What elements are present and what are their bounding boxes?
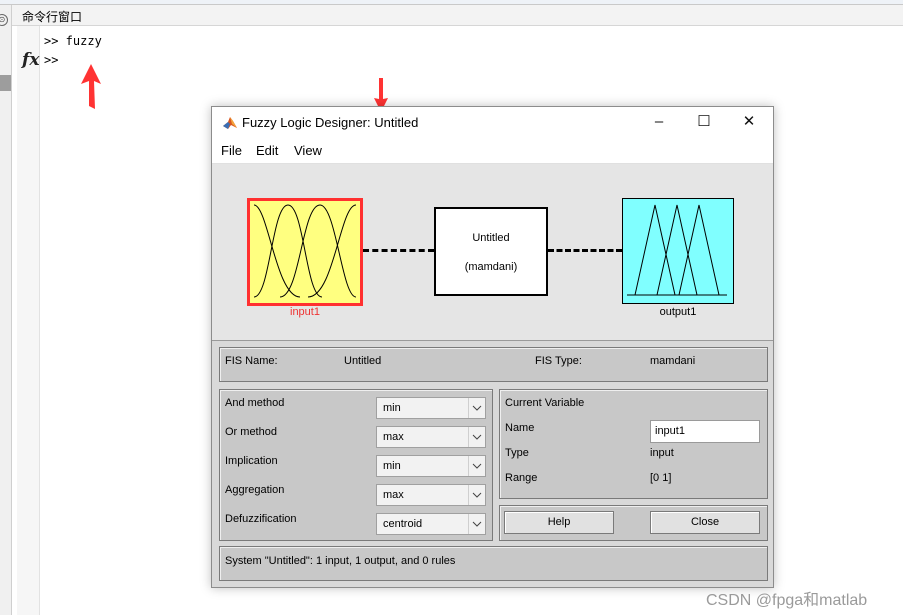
input-label: input1 xyxy=(290,306,320,318)
output-label: output1 xyxy=(659,306,697,318)
left-panel-strip: ⊙ xyxy=(0,5,12,615)
methods-panel: And method min Or method max Implication… xyxy=(219,389,493,541)
implication-select[interactable]: min xyxy=(376,455,486,477)
input-variable-block[interactable] xyxy=(247,198,363,306)
close-button[interactable]: Close xyxy=(650,511,760,534)
help-button[interactable]: Help xyxy=(504,511,614,534)
and-method-value: min xyxy=(383,402,401,414)
command-prompt[interactable]: >> xyxy=(44,53,58,67)
fis-info-panel: FIS Name: Untitled FIS Type: mamdani xyxy=(219,347,768,382)
aggregation-select[interactable]: max xyxy=(376,484,486,506)
red-arrow-annotation-icon xyxy=(81,64,101,109)
or-method-label: Or method xyxy=(225,426,277,438)
matlab-logo-icon xyxy=(223,117,237,129)
output-variable-block[interactable] xyxy=(622,198,734,304)
close-icon[interactable]: ✕ xyxy=(726,107,772,137)
and-method-label: And method xyxy=(225,397,285,409)
command-window-gutter xyxy=(17,26,40,615)
chevron-down-icon xyxy=(468,456,482,476)
implication-label: Implication xyxy=(225,455,278,467)
maximize-icon[interactable]: ☐ xyxy=(681,107,727,137)
status-panel: System "Untitled": 1 input, 1 output, an… xyxy=(219,546,768,581)
input-connector xyxy=(363,249,434,252)
buttons-panel: Help Close xyxy=(499,505,768,541)
collapse-circle-icon[interactable]: ⊙ xyxy=(0,14,8,26)
title-bar[interactable]: Fuzzy Logic Designer: Untitled – ☐ ✕ xyxy=(212,107,773,139)
variable-type-value: input xyxy=(650,447,674,459)
fis-type-label: FIS Type: xyxy=(535,355,582,367)
designer-body: Untitled (mamdani) input1 output1 FIS Na… xyxy=(212,164,773,587)
defuzzification-label: Defuzzification xyxy=(225,513,297,525)
fis-block-type: (mamdani) xyxy=(464,261,518,273)
chevron-down-icon xyxy=(468,427,482,447)
aggregation-label: Aggregation xyxy=(225,484,285,496)
or-method-value: max xyxy=(383,431,404,443)
command-line-1: >> fuzzy xyxy=(44,34,102,48)
input-membership-curves xyxy=(253,204,357,298)
status-text: System "Untitled": 1 input, 1 output, an… xyxy=(225,555,456,567)
fis-system-block[interactable]: Untitled (mamdani) xyxy=(434,207,548,296)
or-method-select[interactable]: max xyxy=(376,426,486,448)
and-method-select[interactable]: min xyxy=(376,397,486,419)
fuzzy-logic-designer-window: Fuzzy Logic Designer: Untitled – ☐ ✕ Fil… xyxy=(211,106,774,588)
implication-value: min xyxy=(383,460,401,472)
menu-bar: File Edit View xyxy=(212,139,773,164)
variable-range-value: [0 1] xyxy=(650,472,672,484)
menu-edit[interactable]: Edit xyxy=(256,143,278,158)
menu-view[interactable]: View xyxy=(294,143,322,158)
variable-name-input[interactable]: input1 xyxy=(650,420,760,443)
fis-type-value: mamdani xyxy=(650,355,696,367)
aggregation-value: max xyxy=(383,489,404,501)
command-window-header: 命令行窗口 xyxy=(12,5,903,26)
fis-name-value: Untitled xyxy=(344,355,382,367)
current-variable-title: Current Variable xyxy=(505,397,585,409)
fx-icon[interactable]: fx xyxy=(22,50,39,70)
output-connector xyxy=(548,249,622,252)
current-variable-panel: Current Variable Name input1 Type input … xyxy=(499,389,768,499)
menu-file[interactable]: File xyxy=(221,143,242,158)
chevron-down-icon xyxy=(468,514,482,534)
output-membership-triangles xyxy=(627,204,727,296)
variable-name-value: input1 xyxy=(655,425,685,437)
defuzzification-select[interactable]: centroid xyxy=(376,513,486,535)
scroll-marker[interactable] xyxy=(0,75,11,91)
fis-block-name: Untitled xyxy=(472,232,510,244)
command-window-title: 命令行窗口 xyxy=(22,10,83,24)
variable-range-label: Range xyxy=(505,472,538,484)
minimize-icon[interactable]: – xyxy=(636,107,682,137)
fis-name-label: FIS Name: xyxy=(225,355,278,367)
variable-name-label: Name xyxy=(505,422,535,434)
chevron-down-icon xyxy=(468,398,482,418)
window-title: Fuzzy Logic Designer: Untitled xyxy=(242,115,419,130)
defuzzification-value: centroid xyxy=(383,518,423,530)
variable-type-label: Type xyxy=(505,447,529,459)
fis-diagram: Untitled (mamdani) input1 output1 xyxy=(212,164,773,341)
chevron-down-icon xyxy=(468,485,482,505)
watermark: CSDN @fpga和matlab xyxy=(706,592,868,609)
